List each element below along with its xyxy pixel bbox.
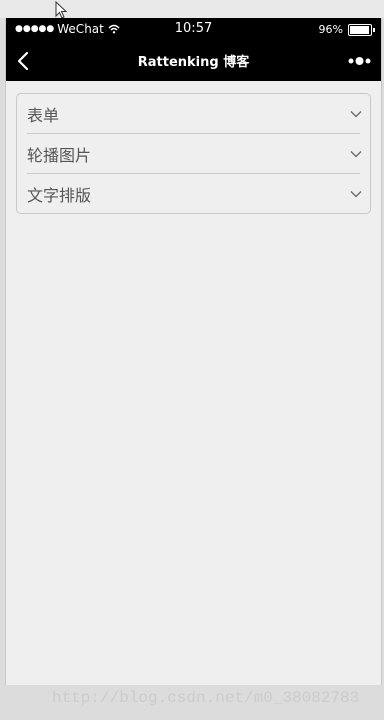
watermark-text: http://blog.csdn.net/m0_38082783 bbox=[52, 689, 360, 707]
battery-fill bbox=[350, 25, 370, 34]
battery-tip bbox=[373, 27, 375, 32]
status-bar: ●●●●● WeChat 10:57 96% bbox=[6, 18, 381, 40]
navigation-bar: Rattenking 博客 bbox=[6, 40, 381, 81]
chevron-down-icon bbox=[350, 150, 362, 157]
menu-panel: 表单 轮播图片 文字排版 bbox=[16, 93, 371, 214]
battery-status: 96% bbox=[318, 23, 375, 36]
back-chevron-icon[interactable] bbox=[14, 50, 34, 72]
menu-item-typography[interactable]: 文字排版 bbox=[27, 174, 362, 213]
battery-percent: 96% bbox=[318, 23, 343, 36]
chevron-down-icon bbox=[350, 110, 362, 117]
menu-item-carousel[interactable]: 轮播图片 bbox=[27, 134, 362, 174]
more-dots-icon[interactable] bbox=[348, 55, 372, 67]
menu-item-label: 轮播图片 bbox=[27, 145, 92, 165]
page-title: Rattenking 博客 bbox=[137, 55, 250, 70]
menu-item-form[interactable]: 表单 bbox=[27, 94, 362, 134]
phone-screen: ●●●●● WeChat 10:57 96% Rattenking 博客 表单 … bbox=[5, 18, 382, 685]
battery-icon bbox=[348, 23, 375, 36]
menu-item-label: 表单 bbox=[27, 105, 60, 125]
menu-item-label: 文字排版 bbox=[27, 185, 92, 205]
chevron-down-icon bbox=[350, 190, 362, 197]
mouse-cursor-icon bbox=[55, 1, 67, 19]
